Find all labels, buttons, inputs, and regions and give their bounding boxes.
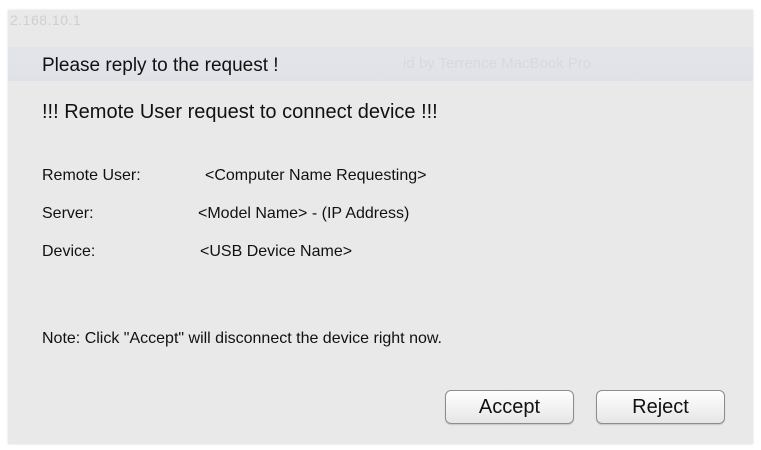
server-label: Server:	[42, 205, 94, 222]
background-ip-text: 2.168.10.1	[10, 12, 82, 28]
disconnect-note: Note: Click "Accept" will disconnect the…	[42, 330, 442, 347]
accept-button[interactable]: Accept	[445, 390, 574, 424]
device-label: Device:	[42, 243, 96, 260]
dialog-title: Please reply to the request !	[42, 55, 279, 76]
reject-button[interactable]: Reject	[596, 390, 725, 424]
screen: 2.168.10.1 id by Terrence MacBook Pro Pl…	[0, 0, 761, 450]
remote-user-value: <Computer Name Requesting>	[205, 167, 427, 184]
remote-user-label: Remote User:	[42, 167, 141, 184]
background-band-text: id by Terrence MacBook Pro	[403, 55, 592, 72]
server-value: <Model Name> - (IP Address)	[198, 205, 410, 222]
dialog-headline: !!! Remote User request to connect devic…	[42, 101, 438, 123]
request-dialog: 2.168.10.1 id by Terrence MacBook Pro Pl…	[8, 10, 753, 444]
device-value: <USB Device Name>	[200, 243, 353, 260]
